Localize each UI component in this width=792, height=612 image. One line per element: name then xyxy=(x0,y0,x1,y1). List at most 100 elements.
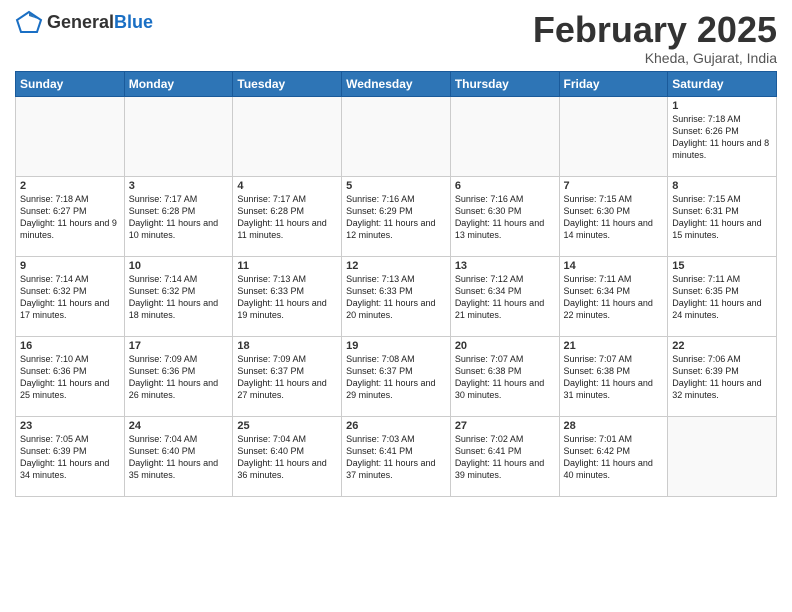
day-num-w0-d6: 1 xyxy=(672,100,772,112)
month-title: February 2025 xyxy=(533,10,777,50)
cell-w3-d5: 21Sunrise: 7:07 AM Sunset: 6:38 PM Dayli… xyxy=(559,336,668,416)
col-thursday: Thursday xyxy=(450,71,559,96)
subtitle: Kheda, Gujarat, India xyxy=(533,50,777,66)
cell-w3-d4: 20Sunrise: 7:07 AM Sunset: 6:38 PM Dayli… xyxy=(450,336,559,416)
cell-w4-d4: 27Sunrise: 7:02 AM Sunset: 6:41 PM Dayli… xyxy=(450,416,559,496)
cell-w2-d2: 11Sunrise: 7:13 AM Sunset: 6:33 PM Dayli… xyxy=(233,256,342,336)
col-wednesday: Wednesday xyxy=(342,71,451,96)
cell-info-w1-d1: Sunrise: 7:17 AM Sunset: 6:28 PM Dayligh… xyxy=(129,193,229,242)
cell-w4-d5: 28Sunrise: 7:01 AM Sunset: 6:42 PM Dayli… xyxy=(559,416,668,496)
cell-info-w1-d2: Sunrise: 7:17 AM Sunset: 6:28 PM Dayligh… xyxy=(237,193,337,242)
day-num-w2-d6: 15 xyxy=(672,260,772,272)
week-row-4: 23Sunrise: 7:05 AM Sunset: 6:39 PM Dayli… xyxy=(16,416,777,496)
cell-info-w3-d2: Sunrise: 7:09 AM Sunset: 6:37 PM Dayligh… xyxy=(237,353,337,402)
cell-info-w3-d1: Sunrise: 7:09 AM Sunset: 6:36 PM Dayligh… xyxy=(129,353,229,402)
cell-w2-d3: 12Sunrise: 7:13 AM Sunset: 6:33 PM Dayli… xyxy=(342,256,451,336)
day-num-w1-d2: 4 xyxy=(237,180,337,192)
day-num-w2-d0: 9 xyxy=(20,260,120,272)
cell-info-w2-d6: Sunrise: 7:11 AM Sunset: 6:35 PM Dayligh… xyxy=(672,273,772,322)
day-num-w3-d1: 17 xyxy=(129,340,229,352)
cell-info-w2-d1: Sunrise: 7:14 AM Sunset: 6:32 PM Dayligh… xyxy=(129,273,229,322)
day-num-w4-d4: 27 xyxy=(455,420,555,432)
day-num-w3-d2: 18 xyxy=(237,340,337,352)
week-row-3: 16Sunrise: 7:10 AM Sunset: 6:36 PM Dayli… xyxy=(16,336,777,416)
title-section: February 2025 Kheda, Gujarat, India xyxy=(533,10,777,66)
cell-w0-d1 xyxy=(124,96,233,176)
day-num-w4-d2: 25 xyxy=(237,420,337,432)
cell-info-w4-d2: Sunrise: 7:04 AM Sunset: 6:40 PM Dayligh… xyxy=(237,433,337,482)
page-container: GeneralBlue February 2025 Kheda, Gujarat… xyxy=(0,0,792,502)
cell-w2-d4: 13Sunrise: 7:12 AM Sunset: 6:34 PM Dayli… xyxy=(450,256,559,336)
cell-w3-d0: 16Sunrise: 7:10 AM Sunset: 6:36 PM Dayli… xyxy=(16,336,125,416)
cell-w1-d1: 3Sunrise: 7:17 AM Sunset: 6:28 PM Daylig… xyxy=(124,176,233,256)
cell-w4-d2: 25Sunrise: 7:04 AM Sunset: 6:40 PM Dayli… xyxy=(233,416,342,496)
cell-w2-d5: 14Sunrise: 7:11 AM Sunset: 6:34 PM Dayli… xyxy=(559,256,668,336)
col-sunday: Sunday xyxy=(16,71,125,96)
cell-w3-d3: 19Sunrise: 7:08 AM Sunset: 6:37 PM Dayli… xyxy=(342,336,451,416)
day-num-w4-d3: 26 xyxy=(346,420,446,432)
cell-info-w1-d5: Sunrise: 7:15 AM Sunset: 6:30 PM Dayligh… xyxy=(564,193,664,242)
cell-w3-d2: 18Sunrise: 7:09 AM Sunset: 6:37 PM Dayli… xyxy=(233,336,342,416)
col-friday: Friday xyxy=(559,71,668,96)
cell-w0-d3 xyxy=(342,96,451,176)
cell-w3-d6: 22Sunrise: 7:06 AM Sunset: 6:39 PM Dayli… xyxy=(668,336,777,416)
cell-w1-d3: 5Sunrise: 7:16 AM Sunset: 6:29 PM Daylig… xyxy=(342,176,451,256)
logo: GeneralBlue xyxy=(15,10,153,34)
day-num-w2-d1: 10 xyxy=(129,260,229,272)
day-num-w1-d5: 7 xyxy=(564,180,664,192)
day-num-w4-d5: 28 xyxy=(564,420,664,432)
cell-info-w3-d5: Sunrise: 7:07 AM Sunset: 6:38 PM Dayligh… xyxy=(564,353,664,402)
cell-info-w1-d4: Sunrise: 7:16 AM Sunset: 6:30 PM Dayligh… xyxy=(455,193,555,242)
col-saturday: Saturday xyxy=(668,71,777,96)
logo-icon xyxy=(15,10,43,34)
day-num-w1-d1: 3 xyxy=(129,180,229,192)
cell-info-w2-d4: Sunrise: 7:12 AM Sunset: 6:34 PM Dayligh… xyxy=(455,273,555,322)
day-num-w2-d3: 12 xyxy=(346,260,446,272)
day-num-w4-d0: 23 xyxy=(20,420,120,432)
cell-w0-d6: 1Sunrise: 7:18 AM Sunset: 6:26 PM Daylig… xyxy=(668,96,777,176)
cell-w0-d5 xyxy=(559,96,668,176)
day-num-w1-d6: 8 xyxy=(672,180,772,192)
cell-w1-d6: 8Sunrise: 7:15 AM Sunset: 6:31 PM Daylig… xyxy=(668,176,777,256)
cell-w0-d4 xyxy=(450,96,559,176)
cell-info-w2-d0: Sunrise: 7:14 AM Sunset: 6:32 PM Dayligh… xyxy=(20,273,120,322)
cell-info-w4-d1: Sunrise: 7:04 AM Sunset: 6:40 PM Dayligh… xyxy=(129,433,229,482)
cell-w1-d2: 4Sunrise: 7:17 AM Sunset: 6:28 PM Daylig… xyxy=(233,176,342,256)
cell-info-w4-d3: Sunrise: 7:03 AM Sunset: 6:41 PM Dayligh… xyxy=(346,433,446,482)
day-num-w3-d6: 22 xyxy=(672,340,772,352)
cell-w1-d5: 7Sunrise: 7:15 AM Sunset: 6:30 PM Daylig… xyxy=(559,176,668,256)
header-row: Sunday Monday Tuesday Wednesday Thursday… xyxy=(16,71,777,96)
cell-w4-d6 xyxy=(668,416,777,496)
logo-blue: Blue xyxy=(114,12,153,32)
cell-w1-d4: 6Sunrise: 7:16 AM Sunset: 6:30 PM Daylig… xyxy=(450,176,559,256)
day-num-w4-d1: 24 xyxy=(129,420,229,432)
cell-w2-d6: 15Sunrise: 7:11 AM Sunset: 6:35 PM Dayli… xyxy=(668,256,777,336)
cell-info-w2-d5: Sunrise: 7:11 AM Sunset: 6:34 PM Dayligh… xyxy=(564,273,664,322)
cell-info-w1-d0: Sunrise: 7:18 AM Sunset: 6:27 PM Dayligh… xyxy=(20,193,120,242)
cell-info-w3-d3: Sunrise: 7:08 AM Sunset: 6:37 PM Dayligh… xyxy=(346,353,446,402)
logo-general: General xyxy=(47,12,114,32)
cell-w2-d1: 10Sunrise: 7:14 AM Sunset: 6:32 PM Dayli… xyxy=(124,256,233,336)
day-num-w2-d4: 13 xyxy=(455,260,555,272)
col-tuesday: Tuesday xyxy=(233,71,342,96)
day-num-w1-d0: 2 xyxy=(20,180,120,192)
week-row-0: 1Sunrise: 7:18 AM Sunset: 6:26 PM Daylig… xyxy=(16,96,777,176)
week-row-1: 2Sunrise: 7:18 AM Sunset: 6:27 PM Daylig… xyxy=(16,176,777,256)
cell-w3-d1: 17Sunrise: 7:09 AM Sunset: 6:36 PM Dayli… xyxy=(124,336,233,416)
logo-text: GeneralBlue xyxy=(47,12,153,33)
day-num-w1-d4: 6 xyxy=(455,180,555,192)
cell-w1-d0: 2Sunrise: 7:18 AM Sunset: 6:27 PM Daylig… xyxy=(16,176,125,256)
cell-info-w2-d2: Sunrise: 7:13 AM Sunset: 6:33 PM Dayligh… xyxy=(237,273,337,322)
cell-w4-d3: 26Sunrise: 7:03 AM Sunset: 6:41 PM Dayli… xyxy=(342,416,451,496)
cell-w4-d1: 24Sunrise: 7:04 AM Sunset: 6:40 PM Dayli… xyxy=(124,416,233,496)
cell-info-w2-d3: Sunrise: 7:13 AM Sunset: 6:33 PM Dayligh… xyxy=(346,273,446,322)
day-num-w2-d5: 14 xyxy=(564,260,664,272)
cell-w4-d0: 23Sunrise: 7:05 AM Sunset: 6:39 PM Dayli… xyxy=(16,416,125,496)
cell-info-w4-d0: Sunrise: 7:05 AM Sunset: 6:39 PM Dayligh… xyxy=(20,433,120,482)
day-num-w3-d5: 21 xyxy=(564,340,664,352)
cell-info-w4-d5: Sunrise: 7:01 AM Sunset: 6:42 PM Dayligh… xyxy=(564,433,664,482)
day-num-w2-d2: 11 xyxy=(237,260,337,272)
col-monday: Monday xyxy=(124,71,233,96)
cell-w0-d2 xyxy=(233,96,342,176)
cell-w2-d0: 9Sunrise: 7:14 AM Sunset: 6:32 PM Daylig… xyxy=(16,256,125,336)
